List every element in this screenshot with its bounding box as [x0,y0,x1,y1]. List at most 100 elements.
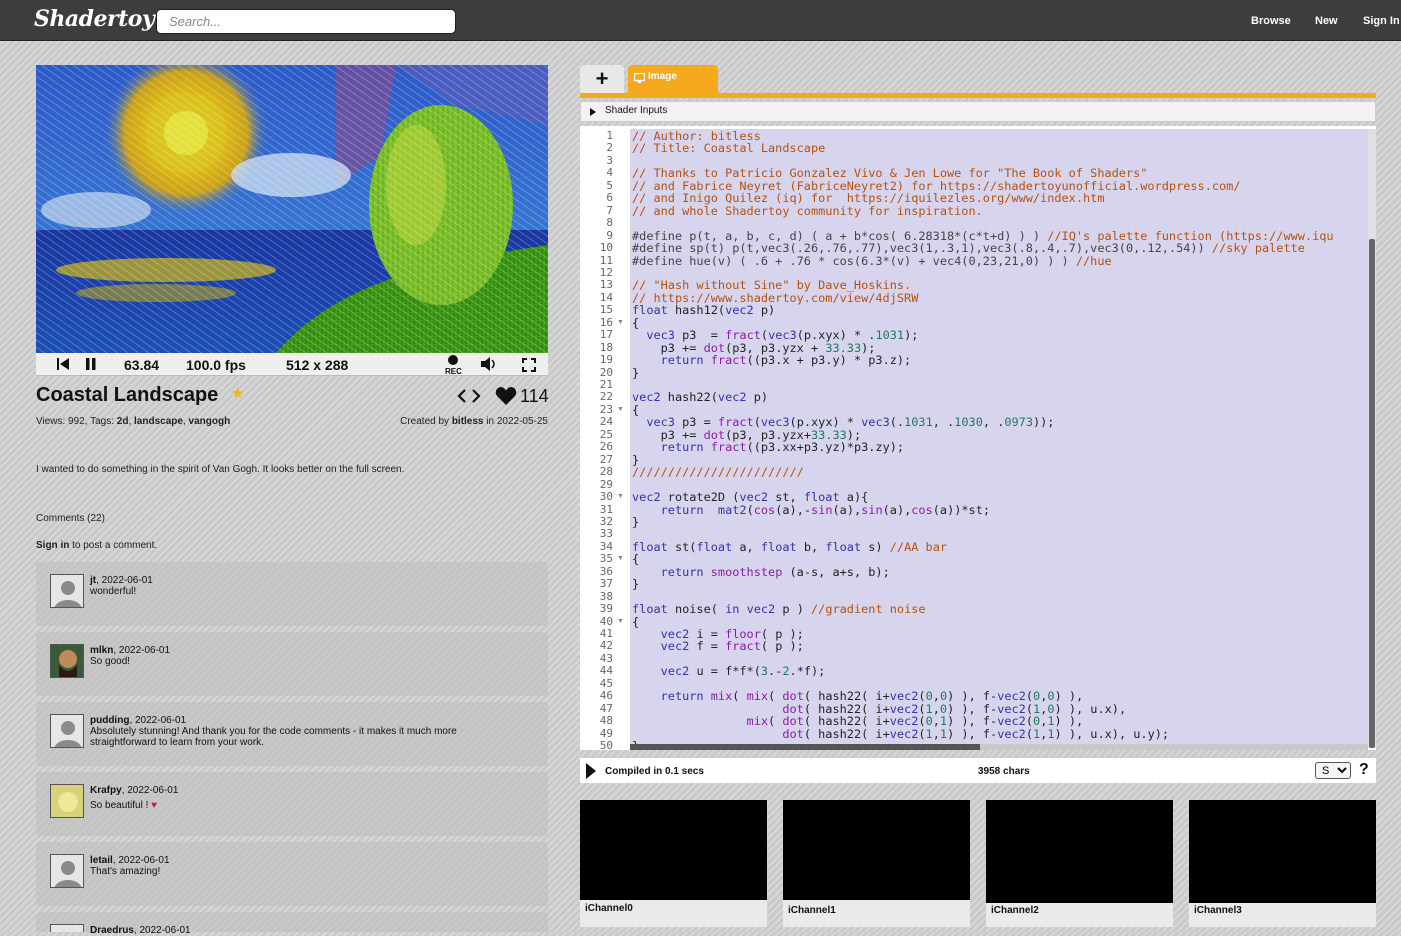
author-link[interactable]: bitless [452,416,484,427]
comment-text: So beautiful ! ♥ [90,800,510,811]
rewind-icon[interactable] [56,357,70,376]
code-line[interactable]: float hash12(vec2 p) [632,304,775,317]
fold-arrow-icon[interactable]: ▼ [617,319,624,326]
channel-slot-3[interactable]: iChannel3 [1189,800,1376,927]
code-line[interactable]: } [632,366,639,379]
avatar[interactable] [50,924,84,932]
channel-preview[interactable] [783,800,970,900]
add-tab-button[interactable]: + [580,65,624,93]
line-number: 35 [599,552,613,566]
fold-arrow-icon[interactable]: ▼ [617,406,624,413]
comment-date: , 2022-06-01 [112,855,170,866]
line-number: 37 [599,577,613,591]
favorite-star-icon[interactable]: ★ [231,384,244,402]
fold-arrow-icon[interactable]: ▼ [617,618,624,625]
avatar[interactable] [50,644,84,678]
search-input[interactable] [156,9,456,34]
tab-image-label: Image [648,71,677,82]
channel-slot-2[interactable]: iChannel2 [986,800,1173,927]
like-heart-icon[interactable] [495,386,517,411]
line-number: 24 [599,415,613,429]
code-line[interactable]: vec2 f = fract( p ); [632,640,804,653]
comment-item: jt, 2022-06-01 wonderful! [36,562,548,626]
code-line[interactable]: // Title: Coastal Landscape [632,142,825,154]
code-line[interactable]: dot( hash22( i+vec2(1,1) ), f-vec2(1,1) … [632,727,1169,740]
code-line[interactable]: return fract((p3.x + p3.y) * p3.z); [632,354,912,367]
line-number-gutter: 1 2 3 4 5 6 7 8 9 10 11 12 13 14 15 16 ▼ 17 18 19 20 21 22 23 ▼ 2… [580,126,628,750]
pause-icon[interactable] [84,357,98,376]
vertical-scrollbar[interactable] [1368,129,1376,748]
code-line[interactable]: vec2 hash22(vec2 p) [632,391,768,404]
code-line[interactable]: #define hue(v) ( .6 + .76 * cos(6.3*(v) … [632,254,1112,267]
creator-info: Created by bitless in 2022-05-25 [400,416,548,427]
comment-user-link[interactable]: Draedrus [90,925,134,936]
channel-preview[interactable] [1189,800,1376,903]
fold-arrow-icon[interactable]: ▼ [617,555,624,562]
line-number: 17 [599,328,613,342]
scrollbar-thumb[interactable] [1369,239,1375,748]
line-number: 39 [599,602,613,616]
nav-new-link[interactable]: New [1315,15,1338,27]
font-size-select[interactable]: S [1315,762,1351,779]
nav-browse-link[interactable]: Browse [1251,15,1291,27]
tag-link[interactable]: 2d [117,416,129,427]
comment-header: Krafpy, 2022-06-01 [90,785,178,796]
avatar[interactable] [50,714,84,748]
line-number: 28 [599,465,613,479]
line-number: 6 [606,191,613,205]
fullscreen-icon[interactable] [522,358,536,377]
line-number: 30 [599,490,613,504]
code-line[interactable]: return mat2(cos(a),-sin(a),sin(a),cos(a)… [632,503,990,516]
comment-user-link[interactable]: pudding [90,715,129,726]
comment-header: pudding, 2022-06-01 [90,715,186,726]
code-line[interactable]: //////////////////////// [632,466,804,478]
code-line[interactable]: return smoothstep (a-s, a+s, b); [632,565,890,578]
comment-user-link[interactable]: Krafpy [90,785,122,796]
signin-suffix: to post a comment. [72,540,158,551]
channel-slot-1[interactable]: iChannel1 [783,800,970,927]
nav-signin-link[interactable]: Sign In [1363,15,1400,27]
shader-inputs-toggle[interactable]: Shader Inputs [580,101,1376,122]
code-line[interactable]: // and whole Shadertoy community for ins… [632,204,983,217]
comment-text: That's amazing! [90,866,161,877]
code-line[interactable]: float st(float a, float b, float s) //AA… [632,540,947,553]
code-line[interactable]: } [632,578,639,591]
avatar[interactable] [50,854,84,888]
line-number: 19 [599,353,613,367]
scrollbar-thumb[interactable] [630,744,980,750]
code-line[interactable]: float noise( in vec2 p ) //gradient nois… [632,603,926,616]
channel-preview[interactable] [580,800,767,900]
channel-slot-0[interactable]: iChannel0 [580,800,767,927]
code-embed-icon[interactable] [457,388,481,409]
code-line[interactable]: return fract((p3.xx+p3.yz)*p3.zy); [632,441,904,454]
line-number: 4 [606,166,613,180]
channel-preview[interactable] [986,800,1173,903]
code-line[interactable]: } [632,515,639,528]
record-icon[interactable]: REC [443,354,467,381]
line-number: 48 [599,714,613,728]
signin-link[interactable]: Sign in [36,540,69,551]
line-number: 33 [599,527,613,541]
fold-arrow-icon[interactable]: ▼ [617,493,624,500]
code-line[interactable]: vec2 u = f*f*(3.-2.*f); [632,665,826,678]
comment-user-link[interactable]: mlkn [90,645,113,656]
avatar[interactable] [50,784,84,818]
comment-date: , 2022-06-01 [113,645,171,656]
code-editor[interactable]: 1 2 3 4 5 6 7 8 9 10 11 12 13 14 15 16 ▼ 17 18 19 20 21 22 23 ▼ 2… [580,126,1376,750]
compile-play-icon[interactable] [586,763,596,779]
shader-viewport[interactable] [36,65,548,353]
tag-link[interactable]: landscape [134,416,183,427]
shadertoy-logo[interactable]: Shadertoy [34,6,155,32]
comment-item: mlkn, 2022-06-01 So good! [36,632,548,696]
tag-link[interactable]: vangogh [189,416,231,427]
comment-user-link[interactable]: letail [90,855,113,866]
help-icon[interactable]: ? [1359,761,1369,779]
line-number: 50 [599,739,613,750]
horizontal-scrollbar[interactable] [630,744,1368,750]
tab-image[interactable]: Image [628,65,718,93]
line-number: 26 [599,440,613,454]
avatar[interactable] [50,574,84,608]
volume-icon[interactable] [480,356,498,377]
code-line[interactable]: { [632,553,639,566]
code-line[interactable]: vec3 p3 = fract(vec3(p.xyx) * .1031); [632,329,918,342]
